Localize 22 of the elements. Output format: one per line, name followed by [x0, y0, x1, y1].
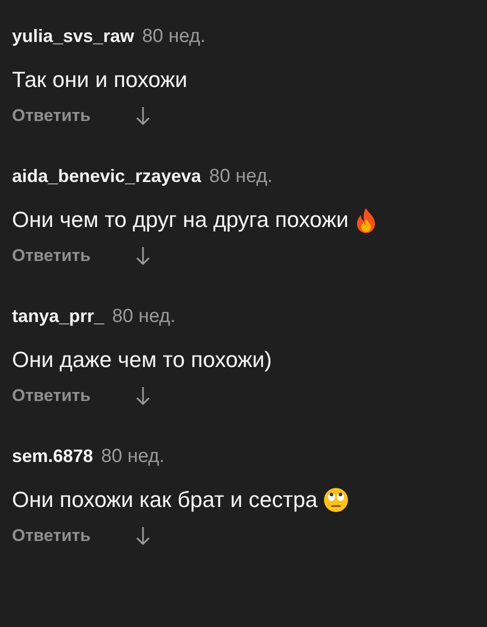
arrow-down-icon[interactable] — [134, 246, 151, 266]
reply-button[interactable]: Ответить — [12, 386, 91, 406]
comment-time: 80 нед. — [101, 446, 164, 468]
comment-text: Они даже чем то похожи) — [12, 347, 272, 373]
comment-text: Они похожи как брат и сестра — [12, 487, 318, 513]
arrow-down-icon[interactable] — [134, 526, 151, 546]
comment-text: Они чем то друг на друга похожи — [12, 207, 349, 233]
fire-icon — [354, 207, 377, 233]
username[interactable]: tanya_prr_ — [12, 306, 104, 327]
username[interactable]: sem.6878 — [12, 446, 94, 467]
reply-button[interactable]: Ответить — [12, 526, 91, 546]
comment-time: 80 нед. — [209, 166, 273, 188]
reply-button[interactable]: Ответить — [12, 246, 91, 266]
arrow-down-icon[interactable] — [134, 106, 151, 126]
comment-text: Так они и похожи — [12, 67, 188, 93]
username[interactable]: aida_benevic_rzayeva — [12, 166, 202, 187]
arrow-down-icon[interactable] — [134, 386, 151, 406]
reply-button[interactable]: Ответить — [12, 106, 91, 126]
username[interactable]: yulia_svs_raw — [12, 26, 134, 47]
comment-time: 80 нед. — [112, 306, 176, 328]
comment-time: 80 нед. — [142, 26, 206, 48]
rolling-eyes-emoji-icon — [323, 487, 350, 513]
